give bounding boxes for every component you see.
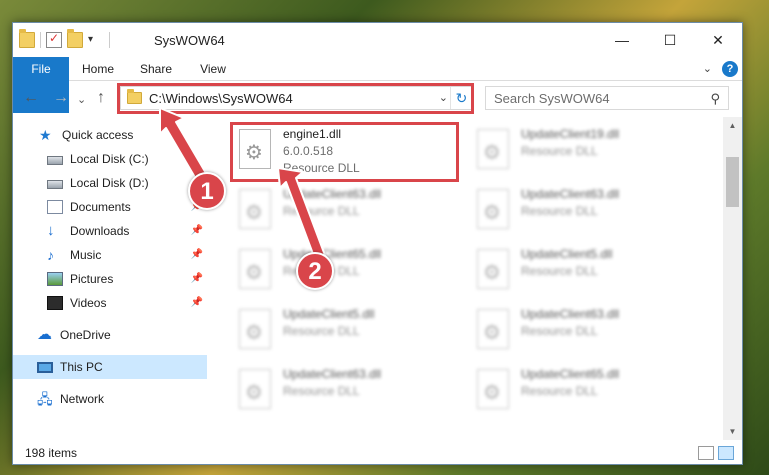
arrow-to-file <box>277 167 327 263</box>
annotation-arrows <box>159 107 327 263</box>
step-badge-1: 1 <box>188 172 226 210</box>
step-badge-2: 2 <box>296 252 334 290</box>
